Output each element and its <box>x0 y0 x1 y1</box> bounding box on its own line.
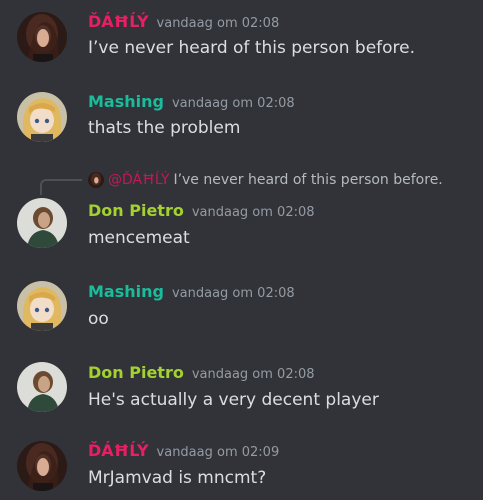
message-text: thats the problem <box>88 118 241 138</box>
avatar[interactable] <box>17 441 67 491</box>
reply-preview[interactable]: @ĎÁĦĹÝ I’ve never heard of this person b… <box>88 170 443 190</box>
timestamp: vandaag om 02:09 <box>156 445 280 460</box>
avatar[interactable] <box>17 362 67 412</box>
dahly-avatar-image <box>88 172 104 188</box>
timestamp: vandaag om 02:08 <box>171 96 295 111</box>
author-name[interactable]: ĎÁĦĹÝ <box>88 12 149 31</box>
reply-author[interactable]: @ĎÁĦĹÝ <box>108 172 169 188</box>
timestamp: vandaag om 02:08 <box>191 205 315 220</box>
message-text: He's actually a very decent player <box>88 390 379 410</box>
author-name[interactable]: Don Pietro <box>88 201 184 220</box>
don-pietro-avatar-image <box>17 198 67 248</box>
message-item: Mashing vandaag om 02:08 thats the proble… <box>0 88 483 148</box>
don-pietro-avatar-image <box>17 362 67 412</box>
chat-message-list: ĎÁĦĹÝ vandaag om 02:08 I’ve never heard o… <box>0 0 483 500</box>
message-item: @ĎÁĦĹÝ I’ve never heard of this person b… <box>0 170 483 255</box>
author-name[interactable]: Mashing <box>88 92 164 111</box>
dahly-avatar-image <box>17 441 67 491</box>
message-text: MrJamvad is mncmt? <box>88 468 267 488</box>
reply-text[interactable]: I’ve never heard of this person before. <box>173 172 442 188</box>
message-text: I’ve never heard of this person before. <box>88 38 416 58</box>
avatar[interactable] <box>17 281 67 331</box>
message-item: ĎÁĦĹÝ vandaag om 02:08 I’ve never heard o… <box>0 8 483 68</box>
timestamp: vandaag om 02:08 <box>191 367 315 382</box>
dahly-avatar-image <box>17 12 67 62</box>
timestamp: vandaag om 02:08 <box>156 16 280 31</box>
author-name[interactable]: Mashing <box>88 282 164 301</box>
timestamp: vandaag om 02:08 <box>171 286 295 301</box>
avatar[interactable] <box>17 12 67 62</box>
reply-connector <box>40 179 82 195</box>
author-name[interactable]: ĎÁĦĹÝ <box>88 441 149 460</box>
message-text: mencemeat <box>88 228 190 248</box>
message-item: ĎÁĦĹÝ vandaag om 02:09 MrJamvad is mncmt? <box>0 437 483 497</box>
message-item: Mashing vandaag om 02:08 oo <box>0 277 483 337</box>
author-name[interactable]: Don Pietro <box>88 363 184 382</box>
reply-avatar <box>88 172 104 188</box>
message-item: Don Pietro vandaag om 02:08 He's actually… <box>0 358 483 418</box>
avatar[interactable] <box>17 92 67 142</box>
mashing-avatar-image <box>17 281 67 331</box>
avatar[interactable] <box>17 198 67 248</box>
message-text: oo <box>88 309 109 329</box>
mashing-avatar-image <box>17 92 67 142</box>
